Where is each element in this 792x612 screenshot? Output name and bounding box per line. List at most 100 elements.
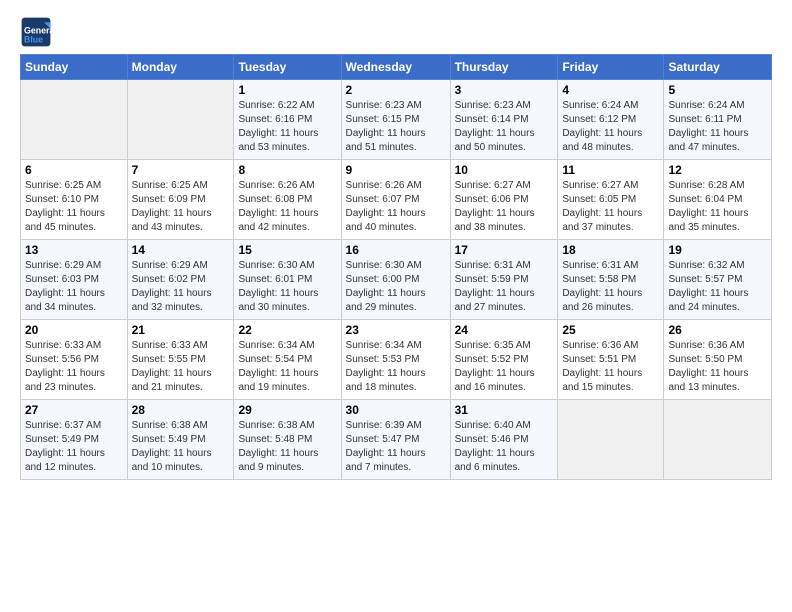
day-number: 13 bbox=[25, 243, 123, 257]
day-header-wednesday: Wednesday bbox=[341, 55, 450, 80]
calendar-cell: 12 Sunrise: 6:28 AM Sunset: 6:04 PM Dayli… bbox=[664, 160, 772, 240]
day-number: 28 bbox=[132, 403, 230, 417]
day-header-monday: Monday bbox=[127, 55, 234, 80]
day-header-thursday: Thursday bbox=[450, 55, 558, 80]
calendar-cell: 22Sunrise: 6:34 AM Sunset: 5:54 PM Dayli… bbox=[234, 320, 341, 400]
day-number: 19 bbox=[668, 243, 767, 257]
day-info: Sunrise: 6:27 AM Sunset: 6:06 PM Dayligh… bbox=[455, 179, 554, 235]
calendar-cell: 24Sunrise: 6:35 AM Sunset: 5:52 PM Dayli… bbox=[450, 320, 558, 400]
day-number: 3 bbox=[455, 83, 554, 97]
day-number: 4 bbox=[562, 83, 659, 97]
calendar-cell: 27 Sunrise: 6:37 AM Sunset: 5:49 PM Dayli… bbox=[21, 400, 128, 480]
day-number: 29 bbox=[238, 403, 336, 417]
week-row-2: 6 Sunrise: 6:25 AM Sunset: 6:10 PM Daylig… bbox=[21, 160, 772, 240]
day-number: 23 bbox=[346, 323, 446, 337]
day-number: 20 bbox=[25, 323, 123, 337]
calendar-cell: 4 Sunrise: 6:24 AM Sunset: 6:12 PM Daylig… bbox=[558, 80, 664, 160]
calendar-cell: 25 Sunrise: 6:36 AM Sunset: 5:51 PM Dayli… bbox=[558, 320, 664, 400]
logo: General Blue bbox=[20, 16, 56, 48]
calendar-cell: 8Sunrise: 6:26 AM Sunset: 6:08 PM Daylig… bbox=[234, 160, 341, 240]
week-row-4: 20 Sunrise: 6:33 AM Sunset: 5:56 PM Dayli… bbox=[21, 320, 772, 400]
day-info: Sunrise: 6:24 AM Sunset: 6:12 PM Dayligh… bbox=[562, 99, 659, 155]
calendar-cell: 15 Sunrise: 6:30 AM Sunset: 6:01 PM Dayli… bbox=[234, 240, 341, 320]
day-number: 18 bbox=[562, 243, 659, 257]
day-number: 15 bbox=[238, 243, 336, 257]
day-info: Sunrise: 6:34 AM Sunset: 5:54 PM Dayligh… bbox=[238, 339, 336, 395]
day-number: 25 bbox=[562, 323, 659, 337]
calendar-cell: 16 Sunrise: 6:30 AM Sunset: 6:00 PM Dayli… bbox=[341, 240, 450, 320]
day-number: 30 bbox=[346, 403, 446, 417]
calendar-body: 1 Sunrise: 6:22 AM Sunset: 6:16 PM Daylig… bbox=[21, 80, 772, 480]
day-info: Sunrise: 6:22 AM Sunset: 6:16 PM Dayligh… bbox=[238, 99, 336, 155]
calendar-cell: 26 Sunrise: 6:36 AM Sunset: 5:50 PM Dayli… bbox=[664, 320, 772, 400]
day-number: 12 bbox=[668, 163, 767, 177]
day-info: Sunrise: 6:26 AM Sunset: 6:08 PM Dayligh… bbox=[238, 179, 336, 235]
day-number: 21 bbox=[132, 323, 230, 337]
day-info: Sunrise: 6:33 AM Sunset: 5:55 PM Dayligh… bbox=[132, 339, 230, 395]
header: General Blue bbox=[20, 16, 772, 48]
day-number: 7 bbox=[132, 163, 230, 177]
calendar-cell: 14Sunrise: 6:29 AM Sunset: 6:02 PM Dayli… bbox=[127, 240, 234, 320]
calendar-cell: 23 Sunrise: 6:34 AM Sunset: 5:53 PM Dayli… bbox=[341, 320, 450, 400]
calendar-cell: 21 Sunrise: 6:33 AM Sunset: 5:55 PM Dayli… bbox=[127, 320, 234, 400]
day-info: Sunrise: 6:34 AM Sunset: 5:53 PM Dayligh… bbox=[346, 339, 446, 395]
calendar-cell: 3 Sunrise: 6:23 AM Sunset: 6:14 PM Daylig… bbox=[450, 80, 558, 160]
calendar-cell: 11 Sunrise: 6:27 AM Sunset: 6:05 PM Dayli… bbox=[558, 160, 664, 240]
logo-icon: General Blue bbox=[20, 16, 52, 48]
day-info: Sunrise: 6:23 AM Sunset: 6:15 PM Dayligh… bbox=[346, 99, 446, 155]
day-info: Sunrise: 6:32 AM Sunset: 5:57 PM Dayligh… bbox=[668, 259, 767, 315]
day-info: Sunrise: 6:37 AM Sunset: 5:49 PM Dayligh… bbox=[25, 419, 123, 475]
day-number: 31 bbox=[455, 403, 554, 417]
day-number: 5 bbox=[668, 83, 767, 97]
day-info: Sunrise: 6:23 AM Sunset: 6:14 PM Dayligh… bbox=[455, 99, 554, 155]
day-info: Sunrise: 6:25 AM Sunset: 6:10 PM Dayligh… bbox=[25, 179, 123, 235]
calendar-cell bbox=[558, 400, 664, 480]
calendar-cell: 29Sunrise: 6:38 AM Sunset: 5:48 PM Dayli… bbox=[234, 400, 341, 480]
calendar-cell: 2Sunrise: 6:23 AM Sunset: 6:15 PM Daylig… bbox=[341, 80, 450, 160]
calendar-cell: 30Sunrise: 6:39 AM Sunset: 5:47 PM Dayli… bbox=[341, 400, 450, 480]
day-number: 11 bbox=[562, 163, 659, 177]
calendar-cell: 7Sunrise: 6:25 AM Sunset: 6:09 PM Daylig… bbox=[127, 160, 234, 240]
calendar-cell bbox=[127, 80, 234, 160]
calendar-cell: 5Sunrise: 6:24 AM Sunset: 6:11 PM Daylig… bbox=[664, 80, 772, 160]
day-info: Sunrise: 6:36 AM Sunset: 5:51 PM Dayligh… bbox=[562, 339, 659, 395]
day-header-friday: Friday bbox=[558, 55, 664, 80]
day-info: Sunrise: 6:27 AM Sunset: 6:05 PM Dayligh… bbox=[562, 179, 659, 235]
day-info: Sunrise: 6:29 AM Sunset: 6:02 PM Dayligh… bbox=[132, 259, 230, 315]
day-header-saturday: Saturday bbox=[664, 55, 772, 80]
day-info: Sunrise: 6:40 AM Sunset: 5:46 PM Dayligh… bbox=[455, 419, 554, 475]
calendar-header: SundayMondayTuesdayWednesdayThursdayFrid… bbox=[21, 55, 772, 80]
calendar-cell: 17Sunrise: 6:31 AM Sunset: 5:59 PM Dayli… bbox=[450, 240, 558, 320]
calendar: SundayMondayTuesdayWednesdayThursdayFrid… bbox=[20, 54, 772, 480]
header-row: SundayMondayTuesdayWednesdayThursdayFrid… bbox=[21, 55, 772, 80]
day-number: 27 bbox=[25, 403, 123, 417]
calendar-cell: 28Sunrise: 6:38 AM Sunset: 5:49 PM Dayli… bbox=[127, 400, 234, 480]
week-row-5: 27 Sunrise: 6:37 AM Sunset: 5:49 PM Dayli… bbox=[21, 400, 772, 480]
day-info: Sunrise: 6:29 AM Sunset: 6:03 PM Dayligh… bbox=[25, 259, 123, 315]
day-number: 1 bbox=[238, 83, 336, 97]
day-number: 9 bbox=[346, 163, 446, 177]
day-info: Sunrise: 6:31 AM Sunset: 5:58 PM Dayligh… bbox=[562, 259, 659, 315]
calendar-cell: 13 Sunrise: 6:29 AM Sunset: 6:03 PM Dayli… bbox=[21, 240, 128, 320]
day-info: Sunrise: 6:30 AM Sunset: 6:00 PM Dayligh… bbox=[346, 259, 446, 315]
day-number: 16 bbox=[346, 243, 446, 257]
calendar-cell: 9 Sunrise: 6:26 AM Sunset: 6:07 PM Daylig… bbox=[341, 160, 450, 240]
calendar-cell: 18 Sunrise: 6:31 AM Sunset: 5:58 PM Dayli… bbox=[558, 240, 664, 320]
day-number: 6 bbox=[25, 163, 123, 177]
day-info: Sunrise: 6:33 AM Sunset: 5:56 PM Dayligh… bbox=[25, 339, 123, 395]
page: General Blue SundayMondayTuesdayWednesda… bbox=[0, 0, 792, 490]
day-info: Sunrise: 6:28 AM Sunset: 6:04 PM Dayligh… bbox=[668, 179, 767, 235]
day-info: Sunrise: 6:31 AM Sunset: 5:59 PM Dayligh… bbox=[455, 259, 554, 315]
day-info: Sunrise: 6:30 AM Sunset: 6:01 PM Dayligh… bbox=[238, 259, 336, 315]
calendar-cell: 19 Sunrise: 6:32 AM Sunset: 5:57 PM Dayli… bbox=[664, 240, 772, 320]
day-number: 26 bbox=[668, 323, 767, 337]
day-info: Sunrise: 6:36 AM Sunset: 5:50 PM Dayligh… bbox=[668, 339, 767, 395]
day-number: 24 bbox=[455, 323, 554, 337]
day-header-sunday: Sunday bbox=[21, 55, 128, 80]
calendar-cell: 6 Sunrise: 6:25 AM Sunset: 6:10 PM Daylig… bbox=[21, 160, 128, 240]
week-row-3: 13 Sunrise: 6:29 AM Sunset: 6:03 PM Dayli… bbox=[21, 240, 772, 320]
day-info: Sunrise: 6:26 AM Sunset: 6:07 PM Dayligh… bbox=[346, 179, 446, 235]
week-row-1: 1 Sunrise: 6:22 AM Sunset: 6:16 PM Daylig… bbox=[21, 80, 772, 160]
calendar-cell: 10Sunrise: 6:27 AM Sunset: 6:06 PM Dayli… bbox=[450, 160, 558, 240]
calendar-cell bbox=[664, 400, 772, 480]
